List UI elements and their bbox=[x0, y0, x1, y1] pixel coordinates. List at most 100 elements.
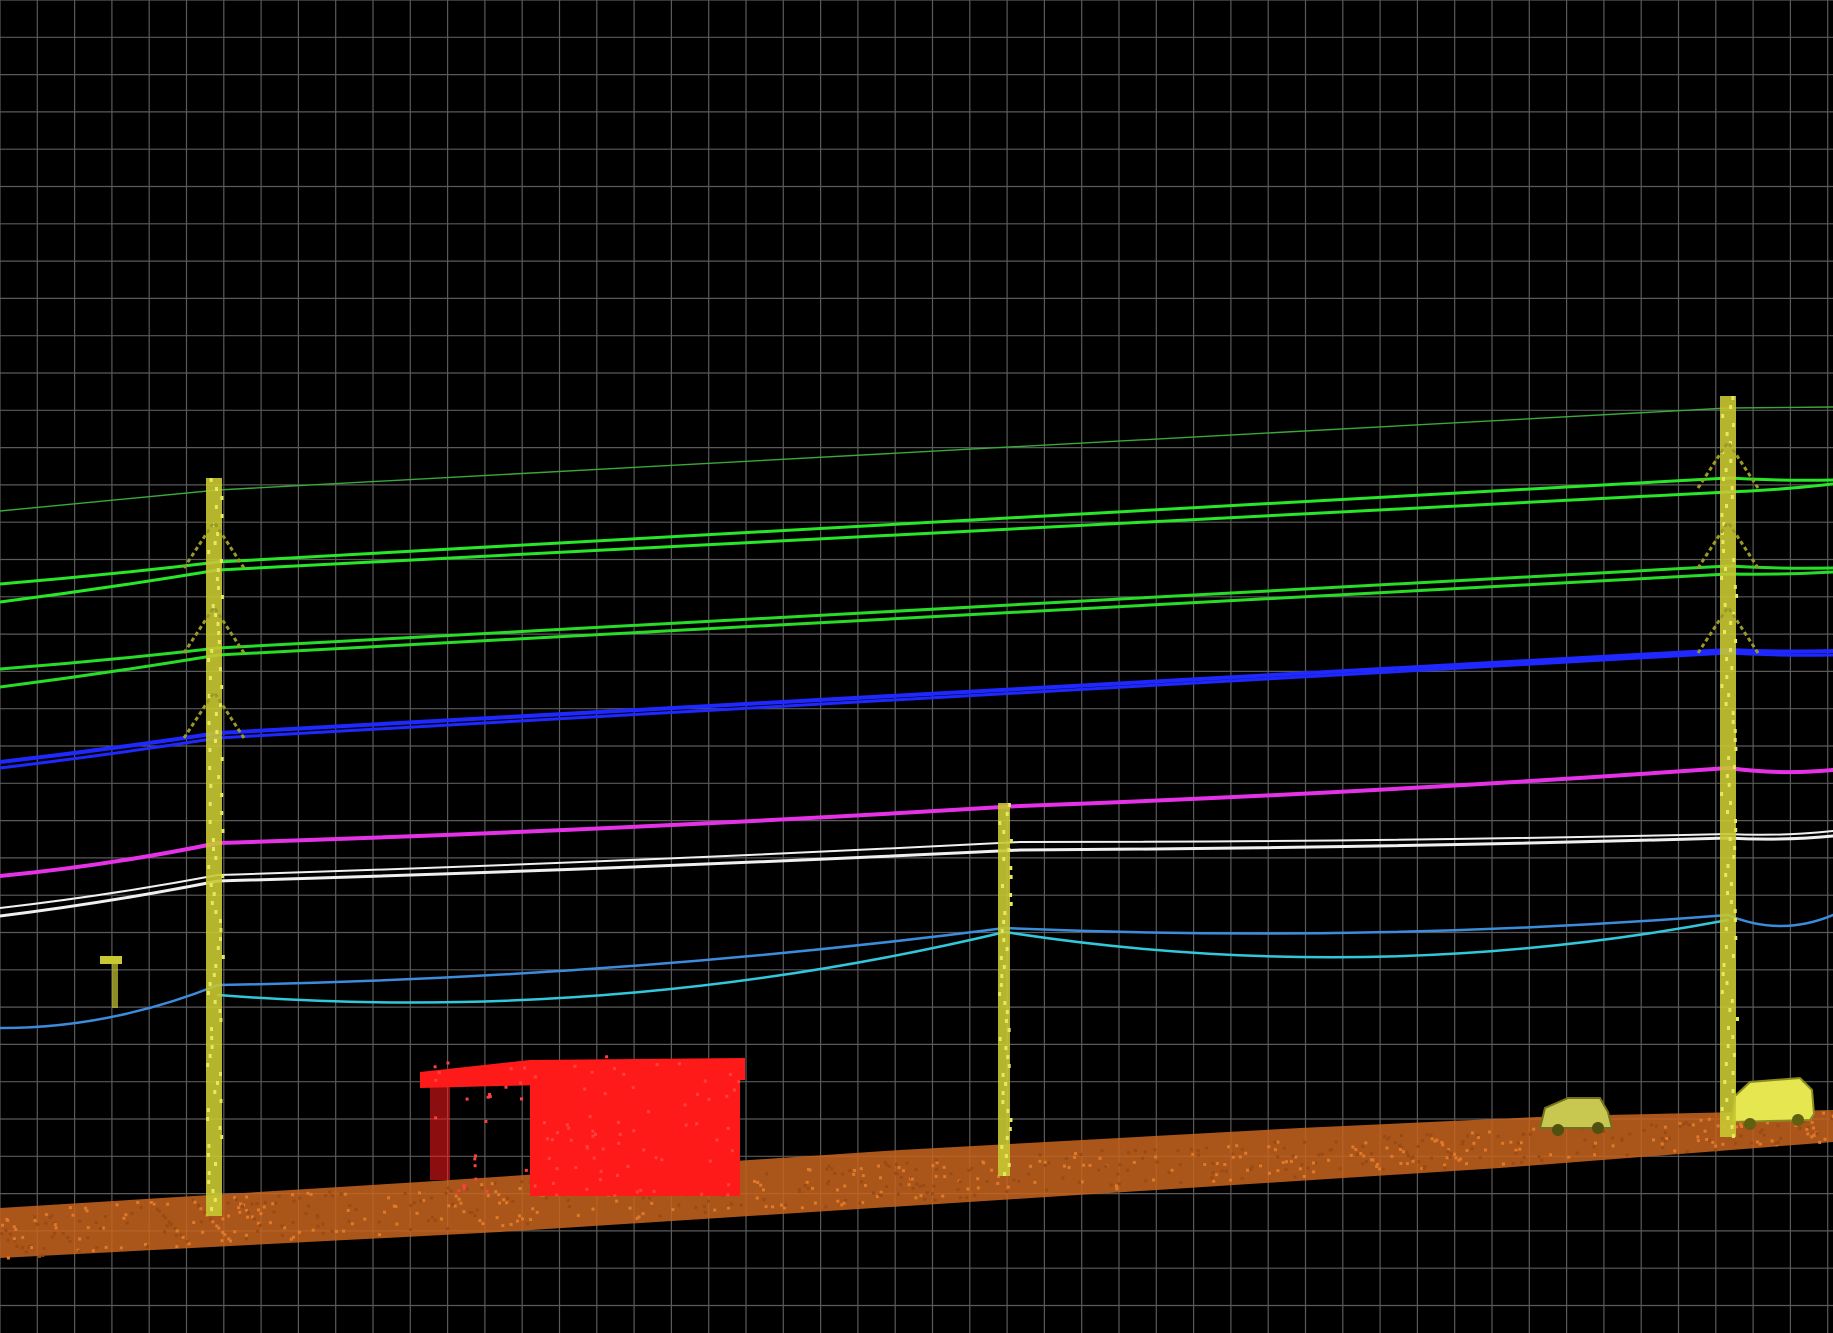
ground-point bbox=[1109, 1183, 1113, 1187]
ground-point bbox=[1080, 1180, 1084, 1184]
ground-point bbox=[377, 1220, 381, 1224]
ground-point bbox=[1364, 1160, 1368, 1164]
ground-point bbox=[220, 1239, 224, 1243]
pole-point bbox=[1722, 549, 1725, 553]
ground-point bbox=[1425, 1133, 1429, 1137]
ground-point bbox=[229, 1239, 233, 1243]
ground-point bbox=[671, 1208, 675, 1212]
ground-point bbox=[1038, 1153, 1042, 1157]
pole-point bbox=[1721, 414, 1725, 418]
pole-point bbox=[208, 676, 212, 680]
ground-point bbox=[1762, 1133, 1766, 1137]
pole-point bbox=[999, 983, 1003, 987]
ground-point bbox=[1012, 1178, 1016, 1182]
ground-point bbox=[422, 1199, 426, 1202]
ground-point bbox=[245, 1195, 249, 1199]
pole-point bbox=[215, 487, 218, 491]
building-point bbox=[574, 1166, 578, 1169]
building-awning-support bbox=[430, 1085, 450, 1180]
ground-point bbox=[444, 1191, 448, 1195]
ground-point bbox=[478, 1219, 482, 1223]
ground-point bbox=[911, 1186, 915, 1190]
building-point bbox=[533, 1184, 537, 1188]
ground-point bbox=[985, 1180, 989, 1183]
ground-point bbox=[1155, 1160, 1159, 1164]
van-wheel bbox=[1792, 1114, 1804, 1126]
building-point bbox=[647, 1110, 651, 1114]
pole-point bbox=[1726, 1044, 1730, 1048]
ground-point bbox=[221, 1217, 225, 1221]
pole-point bbox=[1735, 594, 1739, 598]
ground-point bbox=[78, 1237, 82, 1241]
pole-point bbox=[1730, 1125, 1734, 1129]
pole-point bbox=[220, 496, 224, 500]
ground-point bbox=[755, 1196, 759, 1200]
ground-point bbox=[800, 1206, 804, 1210]
ground-point bbox=[245, 1237, 249, 1241]
ground-point bbox=[462, 1210, 466, 1214]
building-point bbox=[622, 1072, 626, 1076]
ground-point bbox=[1716, 1124, 1720, 1128]
ground-point bbox=[1812, 1133, 1816, 1137]
pole-point bbox=[218, 1126, 222, 1130]
ground-point bbox=[1259, 1164, 1262, 1168]
ground-point bbox=[223, 1233, 227, 1237]
building-point bbox=[642, 1148, 646, 1152]
ground-point bbox=[94, 1221, 98, 1224]
ground-point bbox=[1203, 1163, 1207, 1167]
pole-point bbox=[211, 1189, 215, 1193]
ground-point bbox=[1273, 1140, 1277, 1144]
ground-point bbox=[827, 1164, 831, 1168]
building-point bbox=[551, 1181, 555, 1185]
ground-point bbox=[1405, 1150, 1409, 1154]
ground-point bbox=[292, 1199, 296, 1203]
ground-point bbox=[949, 1172, 953, 1176]
pole-point bbox=[207, 550, 211, 554]
building-point bbox=[599, 1169, 603, 1173]
ground-point bbox=[430, 1196, 433, 1200]
ground-point bbox=[902, 1169, 905, 1173]
ground-point bbox=[1411, 1159, 1415, 1163]
ground-point bbox=[101, 1226, 105, 1230]
ground-point bbox=[51, 1235, 55, 1239]
pole-point bbox=[211, 838, 215, 842]
ground-point bbox=[1320, 1152, 1324, 1156]
pole-point bbox=[220, 514, 224, 518]
ground-point bbox=[990, 1168, 994, 1172]
ground-point bbox=[157, 1209, 161, 1213]
building-point bbox=[617, 1141, 621, 1145]
point-cloud-scene[interactable] bbox=[0, 0, 1833, 1333]
building-point bbox=[592, 1156, 596, 1160]
ground-point bbox=[350, 1222, 354, 1226]
building-point bbox=[520, 1097, 523, 1101]
ground-point bbox=[1470, 1131, 1474, 1135]
pole-point bbox=[1720, 513, 1724, 517]
pole-point bbox=[1724, 1062, 1728, 1066]
ground-point bbox=[54, 1226, 58, 1230]
pole-point bbox=[206, 1117, 210, 1121]
building-point bbox=[729, 1073, 732, 1076]
ground-point bbox=[1033, 1180, 1037, 1184]
ground-point bbox=[1291, 1154, 1295, 1158]
point-cloud-viewport[interactable] bbox=[0, 0, 1833, 1333]
lower-conductor-b bbox=[0, 570, 1833, 689]
ground-point bbox=[1501, 1162, 1505, 1166]
ground-point bbox=[1478, 1156, 1482, 1160]
ground-point bbox=[933, 1198, 937, 1202]
pole-point bbox=[206, 1153, 210, 1157]
ground-point bbox=[1449, 1152, 1453, 1156]
ground-point bbox=[21, 1235, 25, 1239]
ground-point bbox=[1317, 1153, 1321, 1157]
ground-point bbox=[33, 1219, 37, 1223]
ground-point bbox=[493, 1181, 497, 1185]
pole-point bbox=[214, 739, 217, 743]
pole-point bbox=[1731, 1134, 1735, 1138]
ground-point bbox=[68, 1239, 72, 1243]
building-point bbox=[523, 1066, 527, 1070]
ground-point bbox=[392, 1204, 396, 1208]
ground-point bbox=[1312, 1170, 1316, 1174]
ground-point bbox=[803, 1184, 807, 1187]
ground-point bbox=[1364, 1141, 1368, 1145]
ground-point bbox=[1079, 1153, 1083, 1156]
ground-point bbox=[447, 1204, 451, 1208]
